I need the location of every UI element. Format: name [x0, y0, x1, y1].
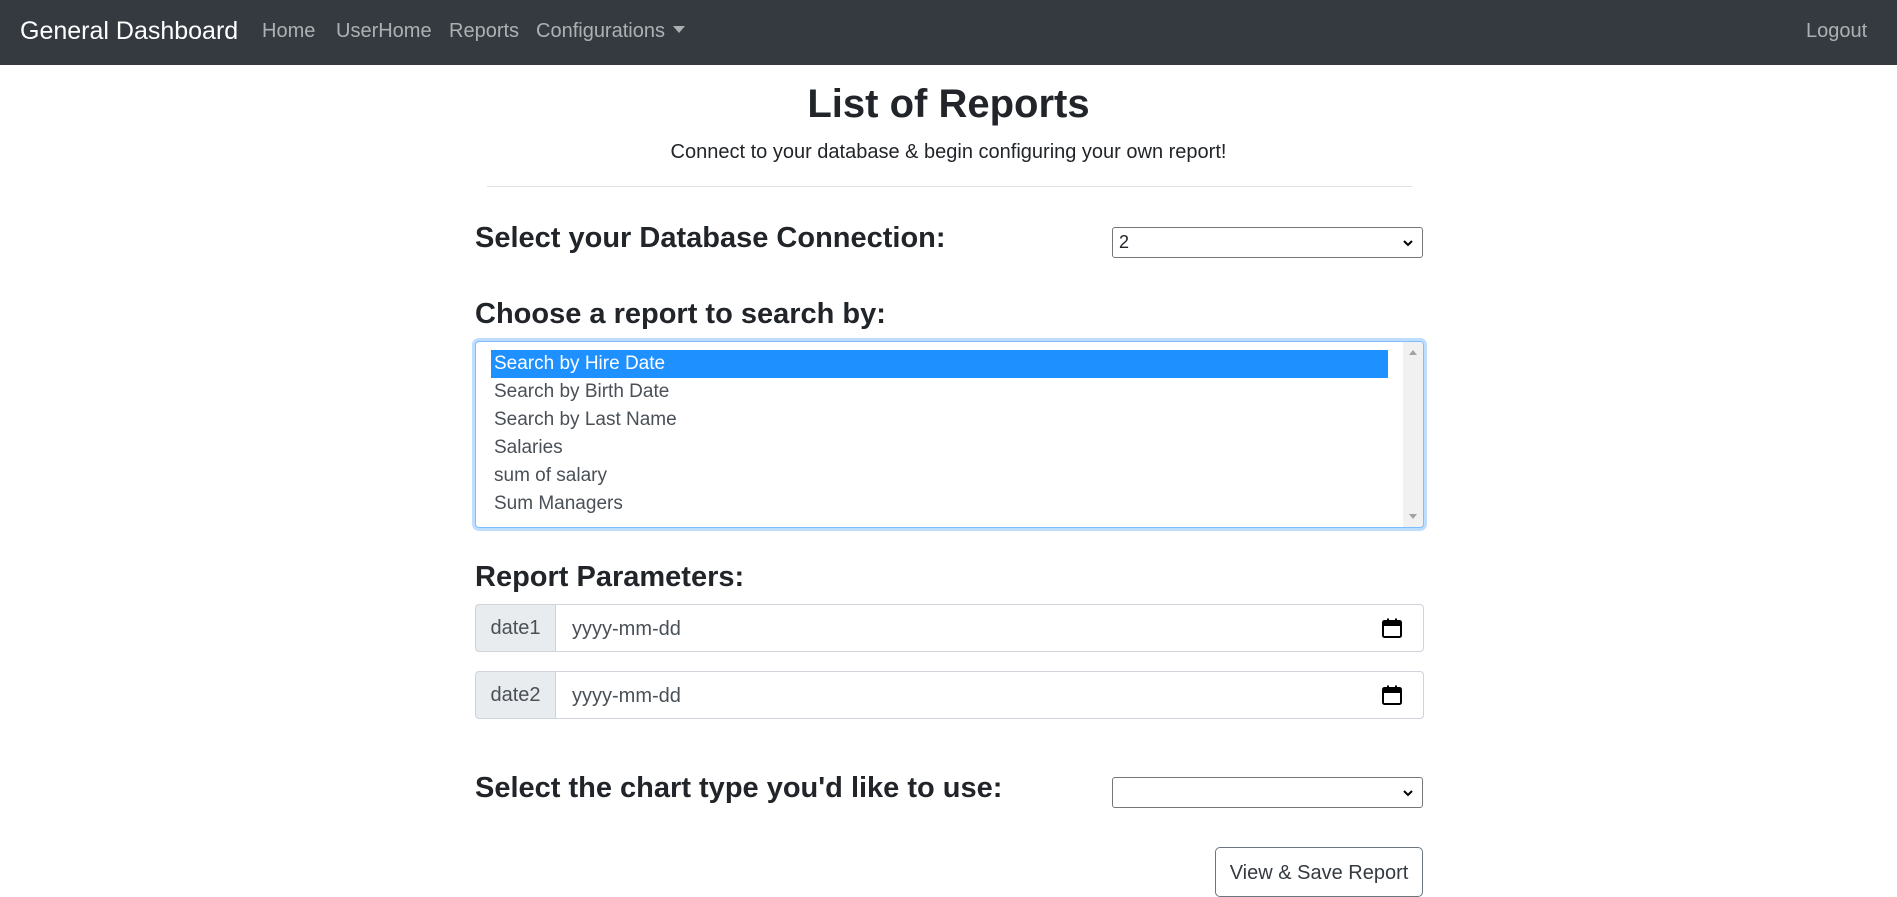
brand-link[interactable]: General Dashboard	[20, 15, 238, 47]
report-options: Search by Hire Date Search by Birth Date…	[491, 350, 1423, 518]
report-listbox[interactable]: Search by Hire Date Search by Birth Date…	[475, 341, 1424, 528]
nav-dropdown-configurations[interactable]: Configurations	[536, 19, 685, 43]
chevron-down-icon	[1403, 790, 1413, 797]
top-navbar: General Dashboard Home UserHome Reports …	[0, 0, 1897, 65]
chevron-down-icon	[1403, 240, 1413, 247]
report-option[interactable]: Salaries	[491, 434, 1388, 462]
nav-link-userhome[interactable]: UserHome	[336, 19, 432, 43]
calendar-icon[interactable]	[1382, 685, 1402, 705]
report-option[interactable]: Search by Last Name	[491, 406, 1388, 434]
date2-input-group: date2 yyyy-mm-dd	[475, 671, 1424, 719]
listbox-scrollbar[interactable]	[1403, 342, 1423, 527]
page-subtitle: Connect to your database & begin configu…	[670, 141, 1227, 163]
date2-input[interactable]: yyyy-mm-dd	[556, 671, 1424, 719]
report-option[interactable]: sum of salary	[491, 462, 1388, 490]
nav-dropdown-configurations-label: Configurations	[536, 20, 665, 42]
report-parameters-label: Report Parameters:	[475, 561, 745, 593]
header-divider	[487, 186, 1412, 187]
date2-label: date2	[475, 671, 556, 719]
db-connection-label: Select your Database Connection:	[475, 222, 946, 254]
db-connection-selected-value: 2	[1119, 232, 1130, 252]
report-list-label: Choose a report to search by:	[475, 298, 886, 330]
chart-type-label: Select the chart type you'd like to use:	[475, 772, 1003, 804]
chart-type-select[interactable]	[1112, 777, 1423, 808]
date1-input[interactable]: yyyy-mm-dd	[556, 604, 1424, 652]
date1-label: date1	[475, 604, 556, 652]
date2-placeholder: yyyy-mm-dd	[572, 685, 681, 707]
report-option[interactable]: Sum Managers	[491, 490, 1388, 518]
calendar-icon[interactable]	[1382, 618, 1402, 638]
scroll-down-arrow-icon[interactable]	[1409, 514, 1417, 519]
nav-link-home[interactable]: Home	[262, 19, 315, 43]
report-option[interactable]: Search by Hire Date	[491, 350, 1388, 378]
scroll-up-arrow-icon[interactable]	[1409, 350, 1417, 355]
logout-link[interactable]: Logout	[1806, 19, 1867, 43]
caret-down-icon	[672, 26, 685, 34]
date1-placeholder: yyyy-mm-dd	[572, 618, 681, 640]
report-option[interactable]: Search by Birth Date	[491, 378, 1388, 406]
nav-link-reports[interactable]: Reports	[449, 19, 519, 43]
date1-input-group: date1 yyyy-mm-dd	[475, 604, 1424, 652]
page-title: List of Reports	[807, 82, 1090, 126]
db-connection-select[interactable]: 2	[1112, 227, 1423, 258]
view-save-report-button[interactable]: View & Save Report	[1215, 847, 1423, 897]
